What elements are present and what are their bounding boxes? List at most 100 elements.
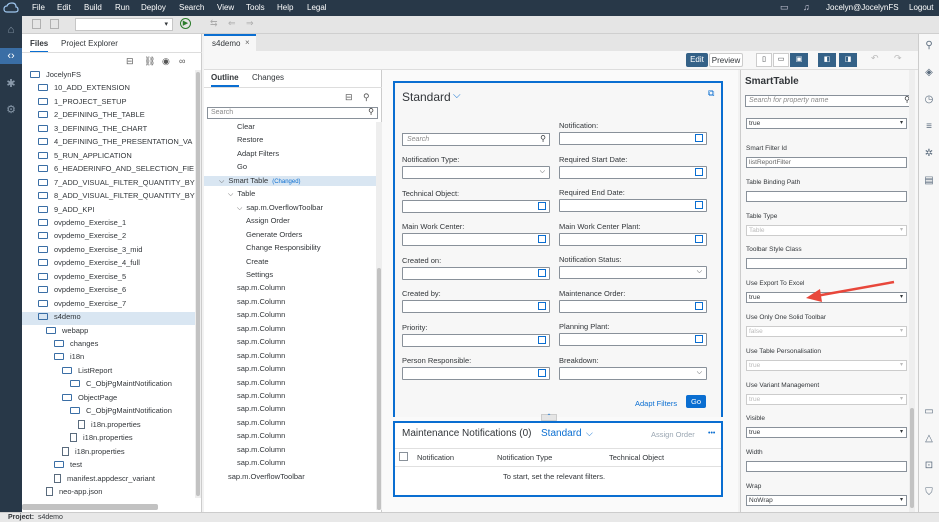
column-header[interactable]: Notification Type (497, 453, 552, 462)
outline-item[interactable]: ⌵ Smart Table (Changed) (204, 175, 376, 186)
file-tree-item[interactable]: ListReport (22, 366, 195, 379)
tree-scrollbar[interactable] (195, 70, 201, 498)
undo-nav-icon[interactable]: ⇆ (210, 18, 218, 29)
tree-hscrollbar[interactable] (22, 504, 158, 510)
outline-icon[interactable]: ≡ (922, 121, 936, 132)
property-search-input[interactable]: Search for property name ⚲ (745, 95, 914, 107)
file-tree-item[interactable]: 1_PROJECT_SETUP (22, 97, 195, 110)
expand-icon[interactable]: ⌵ (228, 191, 233, 198)
file-tree-item[interactable]: ovpdemo_Exercise_2 (22, 231, 195, 244)
filter-input[interactable] (559, 299, 707, 313)
logout-link[interactable]: Logout (909, 3, 933, 12)
outline-item[interactable]: Change Responsibility (204, 243, 376, 252)
chevron-down-icon[interactable]: ⌵ (697, 369, 702, 377)
adapt-filters-link[interactable]: Adapt Filters (635, 399, 677, 408)
property-dropdown[interactable]: true ▾ (746, 393, 907, 405)
file-tree-item[interactable]: changes (22, 339, 195, 352)
filter-input[interactable] (402, 199, 550, 213)
outline-item[interactable]: sap.m.Column (204, 297, 376, 306)
forward-icon[interactable]: ⇒ (246, 18, 254, 29)
outline-item[interactable]: ⌵ sap.m.OverflowToolbar (204, 203, 376, 213)
file-tree-item[interactable]: 10_ADD_EXTENSION (22, 83, 195, 96)
filter-input[interactable] (559, 165, 707, 179)
value-help-icon[interactable] (695, 134, 703, 142)
panel-left-icon[interactable]: ◧ (818, 53, 836, 67)
value-help-icon[interactable] (695, 301, 703, 310)
outline-item[interactable]: sap.m.Column (204, 418, 376, 427)
code-icon[interactable]: ‹› (3, 50, 19, 62)
settings-icon[interactable]: ✲ (922, 148, 936, 159)
outline-item[interactable]: sap.m.Column (204, 431, 376, 440)
property-input[interactable] (746, 190, 907, 202)
desktop-icon[interactable]: ▣ (790, 53, 808, 67)
file-tree-item[interactable]: 8_ADD_VISUAL_FILTER_QUANTITY_BY (22, 191, 195, 204)
filter-dropdown[interactable]: ⌵ (559, 366, 707, 380)
property-dropdown[interactable]: NoWrap ▾ (746, 495, 907, 506)
run-config-select[interactable]: ▾ (75, 18, 173, 31)
value-help-icon[interactable] (695, 335, 703, 343)
table-variant[interactable]: Standard (541, 428, 582, 439)
editor-tab[interactable]: s4demo × (204, 34, 256, 51)
select-all-checkbox[interactable] (399, 452, 408, 461)
property-dropdown[interactable]: false ▾ (746, 326, 907, 337)
phone-icon[interactable]: ▯ (756, 53, 772, 67)
chevron-down-icon[interactable]: ⌵ (540, 168, 545, 176)
expand-icon[interactable]: ⌵ (219, 178, 224, 185)
outline-item[interactable]: sap.m.Column (204, 283, 376, 292)
file-tree-item[interactable]: 4_DEFINING_THE_PRESENTATION_VA (22, 137, 195, 150)
outline-item[interactable]: Clear (204, 122, 376, 131)
file-tree-item[interactable]: test (22, 460, 195, 473)
console-icon[interactable]: ▭ (922, 406, 936, 417)
outline-item[interactable]: Assign Order (204, 216, 376, 225)
file-tree-item[interactable]: i18n.properties (22, 446, 195, 460)
file-tree-item[interactable]: 3_DEFINING_THE_CHART (22, 124, 195, 137)
more-icon[interactable]: ••• (708, 430, 715, 437)
file-tree-item[interactable]: i18n.properties (22, 419, 195, 433)
outline-item[interactable]: sap.m.Column (204, 324, 376, 333)
filter-icon[interactable]: ⚲ (363, 92, 370, 103)
filter-input[interactable] (559, 132, 707, 145)
menu-edit[interactable]: Edit (57, 3, 71, 12)
menu-file[interactable]: File (32, 3, 45, 12)
outline-item[interactable]: Settings (204, 270, 376, 279)
outline-item[interactable]: sap.m.Column (204, 391, 376, 400)
outline-item[interactable]: Restore (204, 135, 376, 144)
property-input[interactable] (746, 461, 907, 473)
close-icon[interactable]: × (245, 38, 250, 47)
chevron-down-icon[interactable]: ⌵ (453, 90, 461, 101)
outline-item[interactable]: Adapt Filters (204, 149, 376, 158)
redo-icon[interactable]: ↷ (894, 53, 902, 64)
file-tree-item[interactable]: i18n (22, 352, 195, 365)
search-icon[interactable]: ⚲ (368, 107, 374, 116)
outline-search-input[interactable]: Search ⚲ (207, 107, 378, 119)
file-tree-item[interactable]: ovpdemo_Exercise_5 (22, 272, 195, 285)
file-tree-item[interactable]: 2_DEFINING_THE_TABLE (22, 110, 195, 123)
value-help-icon[interactable] (538, 335, 546, 344)
link-icon[interactable]: ⛓ (144, 56, 155, 67)
outline-item[interactable]: sap.m.Column (204, 458, 376, 467)
outline-item[interactable]: ⌵ Table (204, 189, 376, 199)
home-icon[interactable]: ⌂ (3, 24, 19, 36)
filter-input[interactable] (559, 199, 707, 212)
outline-item[interactable]: sap.m.Column (204, 445, 376, 454)
filter-input[interactable] (559, 232, 707, 246)
filter-input[interactable] (559, 333, 707, 346)
tab-changes[interactable]: Changes (252, 73, 284, 82)
outline-item[interactable]: sap.m.OverflowToolbar (204, 472, 376, 481)
file-tree-item[interactable]: 9_ADD_KPI (22, 205, 195, 218)
column-header[interactable]: Notification (417, 453, 454, 462)
file-tree-item[interactable]: ovpdemo_Exercise_7 (22, 299, 195, 312)
outline-item[interactable]: Generate Orders (204, 230, 376, 239)
file-tree-item[interactable]: ovpdemo_Exercise_3_mid (22, 245, 195, 258)
tab-outline[interactable]: Outline (211, 73, 239, 87)
value-help-icon[interactable] (695, 234, 703, 243)
warning-icon[interactable]: △ (922, 433, 936, 444)
value-help-icon[interactable] (695, 167, 703, 176)
file-tree-item[interactable]: JocelynFS (22, 70, 195, 83)
file-tree-item[interactable]: ovpdemo_Exercise_4_full (22, 258, 195, 271)
menu-view[interactable]: View (217, 3, 234, 12)
filter-input[interactable] (402, 333, 550, 347)
value-help-icon[interactable] (538, 235, 546, 243)
gear-icon[interactable]: ⚙ (3, 104, 19, 116)
filter-input[interactable] (402, 367, 550, 380)
